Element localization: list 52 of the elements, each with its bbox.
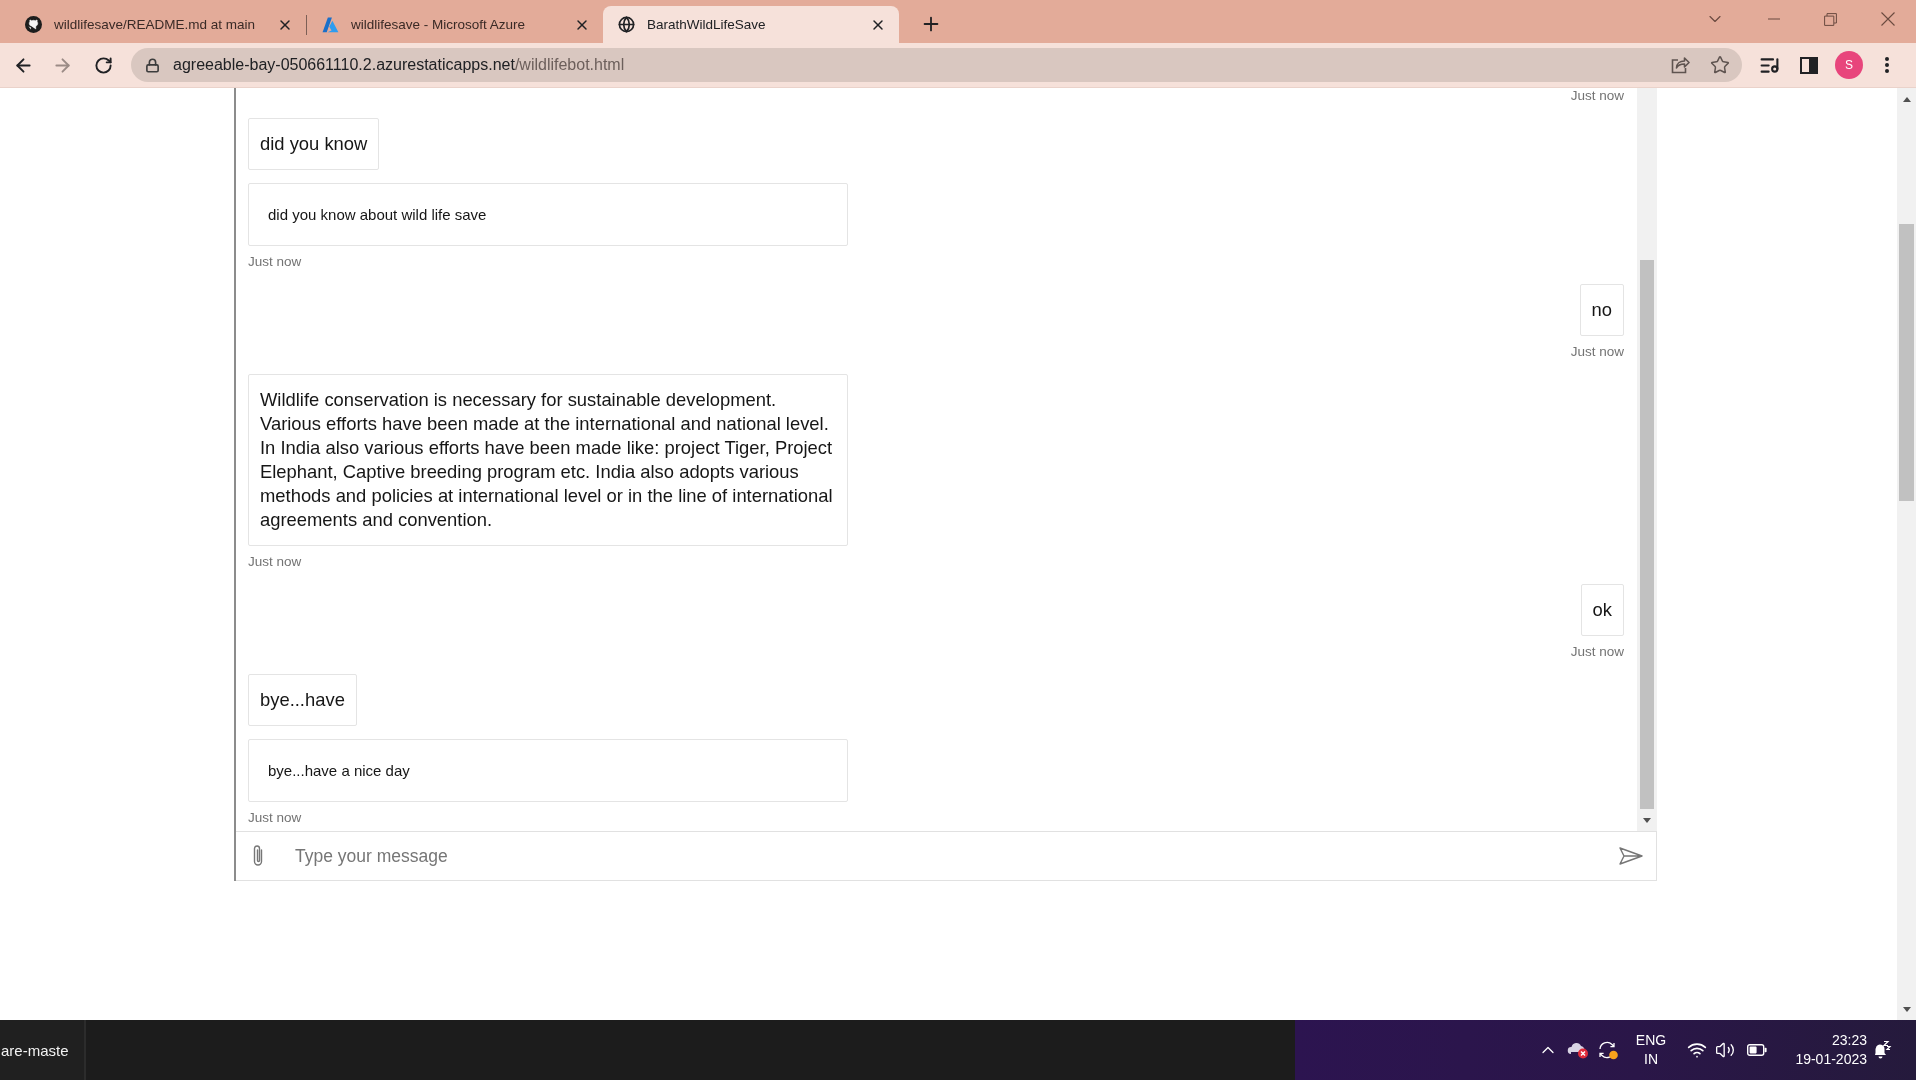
message-bubble: bye...have xyxy=(248,674,357,726)
cloud-error-icon xyxy=(1567,1041,1589,1059)
speaker-icon xyxy=(1715,1040,1735,1060)
clock-button[interactable]: 23:23 19-01-2023 xyxy=(1785,1031,1867,1069)
minimize-icon xyxy=(1767,18,1780,20)
reload-icon xyxy=(93,55,113,75)
timestamp: Just now xyxy=(1570,344,1624,360)
cat-logo-icon xyxy=(25,16,42,33)
browser-tab[interactable]: BarathWildLifeSave xyxy=(603,6,899,43)
wifi-icon xyxy=(1687,1040,1707,1060)
message-bubble: Wildlife conservation is necessary for sustainable development. Various efforts have been made at the international and national level. In India also various efforts have been made like: project Tiger, Project Elephant, Captive breeding program etc. India also adopts various methods and policies at international level or in the line of international agreements and convention. xyxy=(248,374,848,546)
timestamp: Just now xyxy=(1570,644,1624,660)
scroll-down-arrow-icon[interactable] xyxy=(1902,1007,1911,1012)
timestamp: Just now xyxy=(1570,88,1624,104)
battery-icon xyxy=(1747,1044,1767,1056)
message-bubble: ok xyxy=(1580,584,1624,636)
send-icon xyxy=(1619,847,1643,865)
timestamp: Just now xyxy=(248,554,302,570)
profile-avatar[interactable]: S xyxy=(1835,51,1863,79)
a-logo-icon xyxy=(322,16,339,33)
tab-title: wildlifesave/README.md at main xyxy=(54,17,257,32)
timestamp: Just now xyxy=(248,810,302,826)
scroll-down-arrow-icon[interactable] xyxy=(1643,818,1651,823)
bell-snooze-icon xyxy=(1872,1040,1892,1060)
close-icon xyxy=(1880,12,1895,26)
lock-icon xyxy=(145,57,160,73)
language-button[interactable]: ENG IN xyxy=(1630,1031,1672,1069)
message-bubble: no xyxy=(1579,284,1624,336)
sync-icon xyxy=(1597,1040,1619,1060)
globe-icon xyxy=(618,16,635,33)
message-card: bye...have a nice day xyxy=(248,739,848,802)
tab-title: BarathWildLifeSave xyxy=(647,17,767,32)
taskbar-app-button[interactable]: are-maste xyxy=(0,1020,86,1080)
send-button[interactable] xyxy=(1619,847,1643,865)
timestamp: Just now xyxy=(248,254,302,270)
url-text: agreeable-bay-050661110.2.azurestaticapps.net/wildlifebot.html xyxy=(173,56,625,74)
tab-title: wildlifesave - Microsoft Azure xyxy=(351,17,527,32)
scroll-up-arrow-icon[interactable] xyxy=(1902,97,1911,102)
address-bar[interactable]: agreeable-bay-050661110.2.azurestaticapps.net/wildlifebot.html xyxy=(131,48,1742,82)
scrollbar-thumb[interactable] xyxy=(1640,260,1654,809)
browser-tab[interactable]: wildlifesave/README.md at main xyxy=(10,6,306,43)
browser-tab[interactable]: wildlifesave - Microsoft Azure xyxy=(307,6,603,43)
star-icon xyxy=(1710,55,1730,75)
side-panel-icon xyxy=(1800,56,1818,74)
share-icon xyxy=(1670,56,1690,74)
message-card: did you know about wild life save xyxy=(248,183,848,246)
message-input[interactable]: Type your message xyxy=(295,841,1619,871)
restore-icon xyxy=(1824,12,1837,26)
message-composer[interactable]: Type your message xyxy=(236,831,1657,881)
menu-icon xyxy=(1885,57,1889,73)
message-bubble: did you know xyxy=(248,118,380,170)
scrollbar-thumb[interactable] xyxy=(1899,224,1914,501)
